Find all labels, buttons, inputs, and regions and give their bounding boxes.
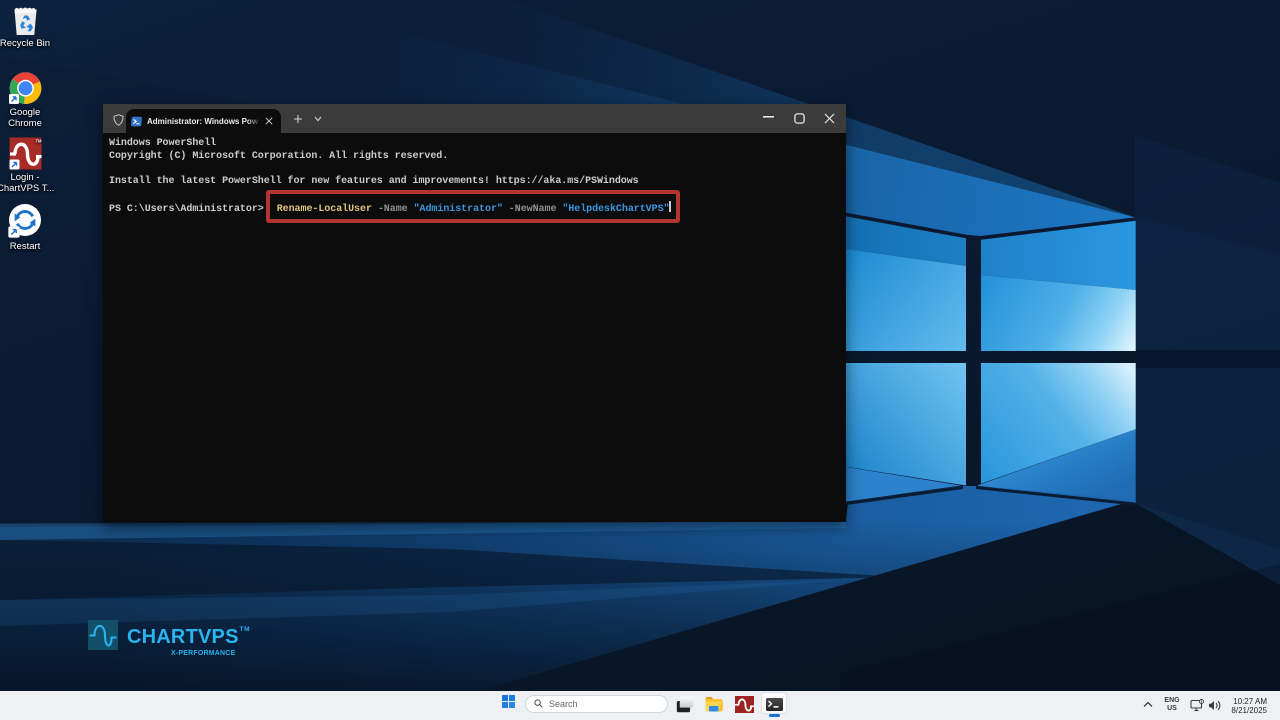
svg-text:TM: TM	[35, 139, 42, 144]
